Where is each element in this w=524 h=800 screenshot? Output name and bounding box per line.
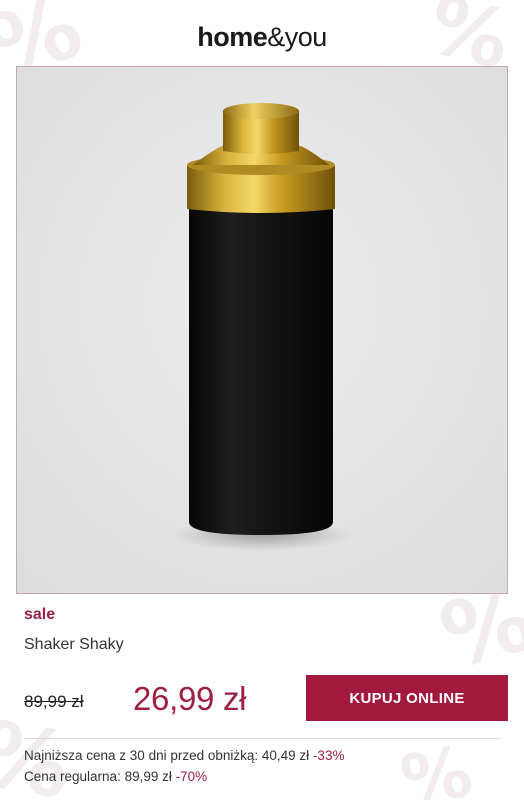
regular-price-discount: -70% (175, 769, 208, 784)
lowest-price-discount: -33% (312, 748, 345, 763)
header: home&you (0, 0, 524, 66)
new-price: 26,99 zł (133, 680, 247, 717)
product-name[interactable]: Shaker Shaky (24, 636, 124, 654)
divider (24, 738, 500, 739)
buy-online-button[interactable]: KUPUJ ONLINE (306, 675, 508, 721)
regular-price-text: Cena regularna: 89,99 zł (24, 769, 172, 784)
product-image-card[interactable] (16, 66, 508, 594)
regular-price-info: Cena regularna: 89,99 zł -70% (24, 769, 207, 784)
logo-home-text: home (197, 21, 268, 52)
cocktail-shaker-image (17, 67, 507, 593)
lowest-price-info: Najniższa cena z 30 dni przed obniżką: 4… (24, 748, 344, 763)
logo-you-text: &you (267, 21, 327, 52)
brand-logo[interactable]: home&you (197, 22, 327, 53)
old-price: 89,99 zł (24, 692, 84, 711)
lowest-price-text: Najniższa cena z 30 dni przed obniżką: 4… (24, 748, 310, 763)
svg-text:%: % (395, 730, 478, 800)
sale-label: sale (24, 606, 56, 623)
